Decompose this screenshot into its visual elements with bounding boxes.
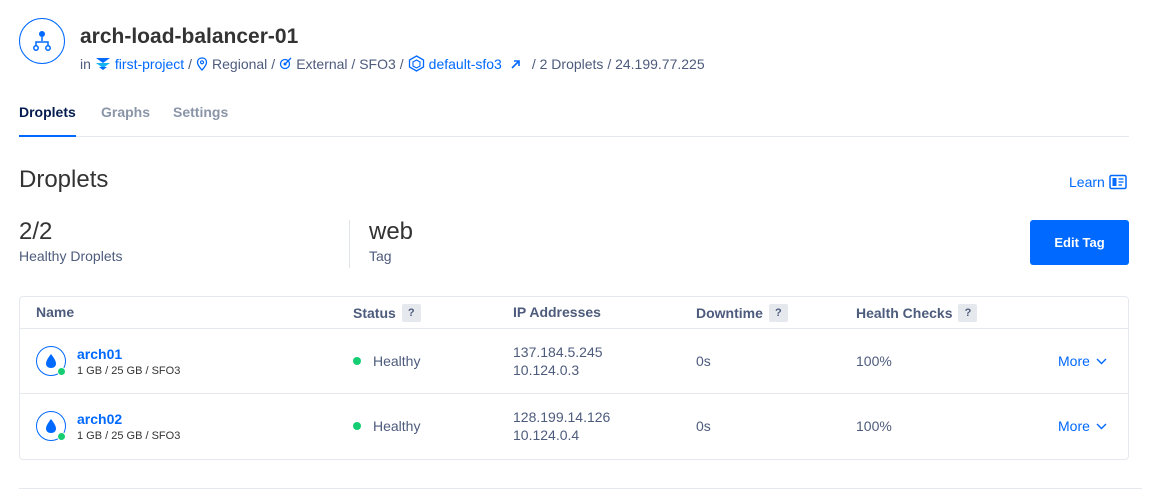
breadcrumb-separator: / xyxy=(271,55,276,72)
healthy-dot-icon xyxy=(353,357,361,365)
health-checks-cell: 100% xyxy=(856,353,892,369)
breadcrumb-separator: / xyxy=(399,55,404,72)
table-row: arch01 1 GB / 25 GB / SFO3 Healthy 137.1… xyxy=(20,329,1128,394)
column-header-health-checks: Health Checks ? xyxy=(856,304,978,322)
ip-public: 128.199.14.126 xyxy=(513,409,611,425)
learn-link[interactable]: Learn xyxy=(1069,174,1127,190)
tag-value: web xyxy=(369,218,414,245)
status-text: Healthy xyxy=(373,418,421,434)
status-text: Healthy xyxy=(373,353,421,369)
vpc-link[interactable]: default-sfo3 xyxy=(429,56,502,72)
health-checks-cell: 100% xyxy=(856,418,892,434)
book-icon xyxy=(1109,174,1127,190)
help-icon[interactable]: ? xyxy=(401,304,421,322)
more-menu-button[interactable]: More xyxy=(1058,418,1107,434)
column-header-status: Status ? xyxy=(353,304,421,322)
droplet-name-link[interactable]: arch01 xyxy=(77,346,122,362)
location-pin-icon xyxy=(196,56,208,71)
more-label: More xyxy=(1058,353,1090,369)
breadcrumb-separator: / xyxy=(188,55,193,72)
droplets-table: Name Status ? IP Addresses Downtime ? He… xyxy=(19,296,1129,460)
tab-bar: Droplets Graphs Settings xyxy=(19,104,1129,137)
load-balancer-icon xyxy=(19,18,65,64)
project-icon xyxy=(95,57,110,70)
droplet-spec: 1 GB / 25 GB / SFO3 xyxy=(77,430,181,442)
column-header-name: Name xyxy=(36,304,74,320)
page-header: arch-load-balancer-01 in first-project /… xyxy=(19,18,1139,74)
visibility-location: External / SFO3 xyxy=(296,55,396,72)
breadcrumb-tail: / 2 Droplets / 24.199.77.225 xyxy=(531,55,705,72)
help-icon[interactable]: ? xyxy=(958,304,978,322)
section-title: Droplets xyxy=(19,166,109,193)
status-cell: Healthy xyxy=(353,353,420,369)
column-label: Downtime xyxy=(696,305,763,321)
ip-public: 137.184.5.245 xyxy=(513,344,603,360)
chevron-down-icon xyxy=(1096,358,1107,364)
edit-tag-button[interactable]: Edit Tag xyxy=(1030,220,1129,265)
column-label: Name xyxy=(36,304,75,320)
column-label: Health Checks xyxy=(856,305,953,321)
droplet-status-dot xyxy=(57,367,66,376)
healthy-count: 2/2 xyxy=(19,218,53,245)
breadcrumb: in first-project / Regional / External /… xyxy=(80,55,705,72)
column-header-downtime: Downtime ? xyxy=(696,304,788,322)
project-link[interactable]: first-project xyxy=(115,56,184,72)
healthy-dot-icon xyxy=(353,422,361,430)
help-icon[interactable]: ? xyxy=(768,304,788,322)
downtime-cell: 0s xyxy=(696,418,711,434)
column-header-ip: IP Addresses xyxy=(513,304,601,320)
column-label: IP Addresses xyxy=(513,304,601,320)
droplet-status-dot xyxy=(57,432,66,441)
tab-graphs[interactable]: Graphs xyxy=(101,104,150,137)
external-target-icon xyxy=(280,57,292,70)
droplet-name-link[interactable]: arch02 xyxy=(77,411,122,427)
tab-droplets[interactable]: Droplets xyxy=(19,104,76,137)
tag-label: Tag xyxy=(369,248,392,264)
external-link-arrow-icon[interactable] xyxy=(510,58,522,70)
in-label: in xyxy=(80,55,91,72)
healthy-label: Healthy Droplets xyxy=(19,248,123,264)
ip-private: 10.124.0.4 xyxy=(513,427,580,443)
table-row: arch02 1 GB / 25 GB / SFO3 Healthy 128.1… xyxy=(20,394,1128,459)
stat-divider xyxy=(349,220,350,268)
region-type: Regional xyxy=(212,55,268,72)
tab-settings[interactable]: Settings xyxy=(173,104,228,137)
more-label: More xyxy=(1058,418,1090,434)
vpc-icon xyxy=(408,55,424,72)
ip-private: 10.124.0.3 xyxy=(513,362,580,378)
learn-label: Learn xyxy=(1069,174,1105,190)
chevron-down-icon xyxy=(1096,423,1107,429)
column-label: Status xyxy=(353,305,396,321)
more-menu-button[interactable]: More xyxy=(1058,353,1107,369)
page-title: arch-load-balancer-01 xyxy=(80,25,299,48)
downtime-cell: 0s xyxy=(696,353,711,369)
table-header: Name Status ? IP Addresses Downtime ? He… xyxy=(20,297,1128,329)
status-cell: Healthy xyxy=(353,418,420,434)
droplet-spec: 1 GB / 25 GB / SFO3 xyxy=(77,365,181,377)
